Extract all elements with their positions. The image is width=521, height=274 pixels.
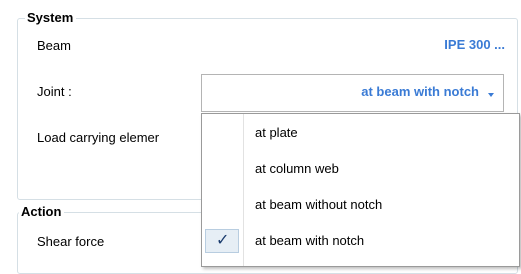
dropdown-item-label: at beam with notch: [255, 233, 365, 248]
checkmark-icon: ✓: [216, 232, 230, 249]
joint-label: Joint :: [37, 84, 72, 99]
dropdown-item-at-column-web[interactable]: at column web: [202, 155, 519, 183]
joint-dropdown-value: at beam with notch: [361, 84, 479, 99]
shear-force-label: Shear force: [37, 234, 105, 249]
load-carrying-element-label: Load carrying elemer: [37, 130, 160, 145]
dropdown-item-at-beam-without-notch[interactable]: at beam without notch: [202, 191, 519, 219]
dropdown-item-at-plate[interactable]: at plate: [202, 119, 519, 147]
chevron-down-icon[interactable]: [488, 93, 494, 97]
beam-label: Beam: [37, 38, 71, 53]
joint-dropdown-list: at plate at column web at beam without n…: [201, 113, 520, 267]
joint-dropdown[interactable]: at beam with notch: [201, 74, 504, 112]
dropdown-item-label: at beam without notch: [255, 197, 383, 212]
dropdown-item-at-beam-with-notch[interactable]: ✓ at beam with notch: [202, 227, 519, 255]
beam-value-link[interactable]: IPE 300 ...: [444, 37, 505, 53]
system-legend: System: [25, 10, 77, 26]
dropdown-item-label: at plate: [255, 125, 298, 140]
action-legend: Action: [19, 204, 65, 220]
dropdown-item-label: at column web: [255, 161, 339, 176]
checked-indicator: ✓: [205, 229, 239, 253]
